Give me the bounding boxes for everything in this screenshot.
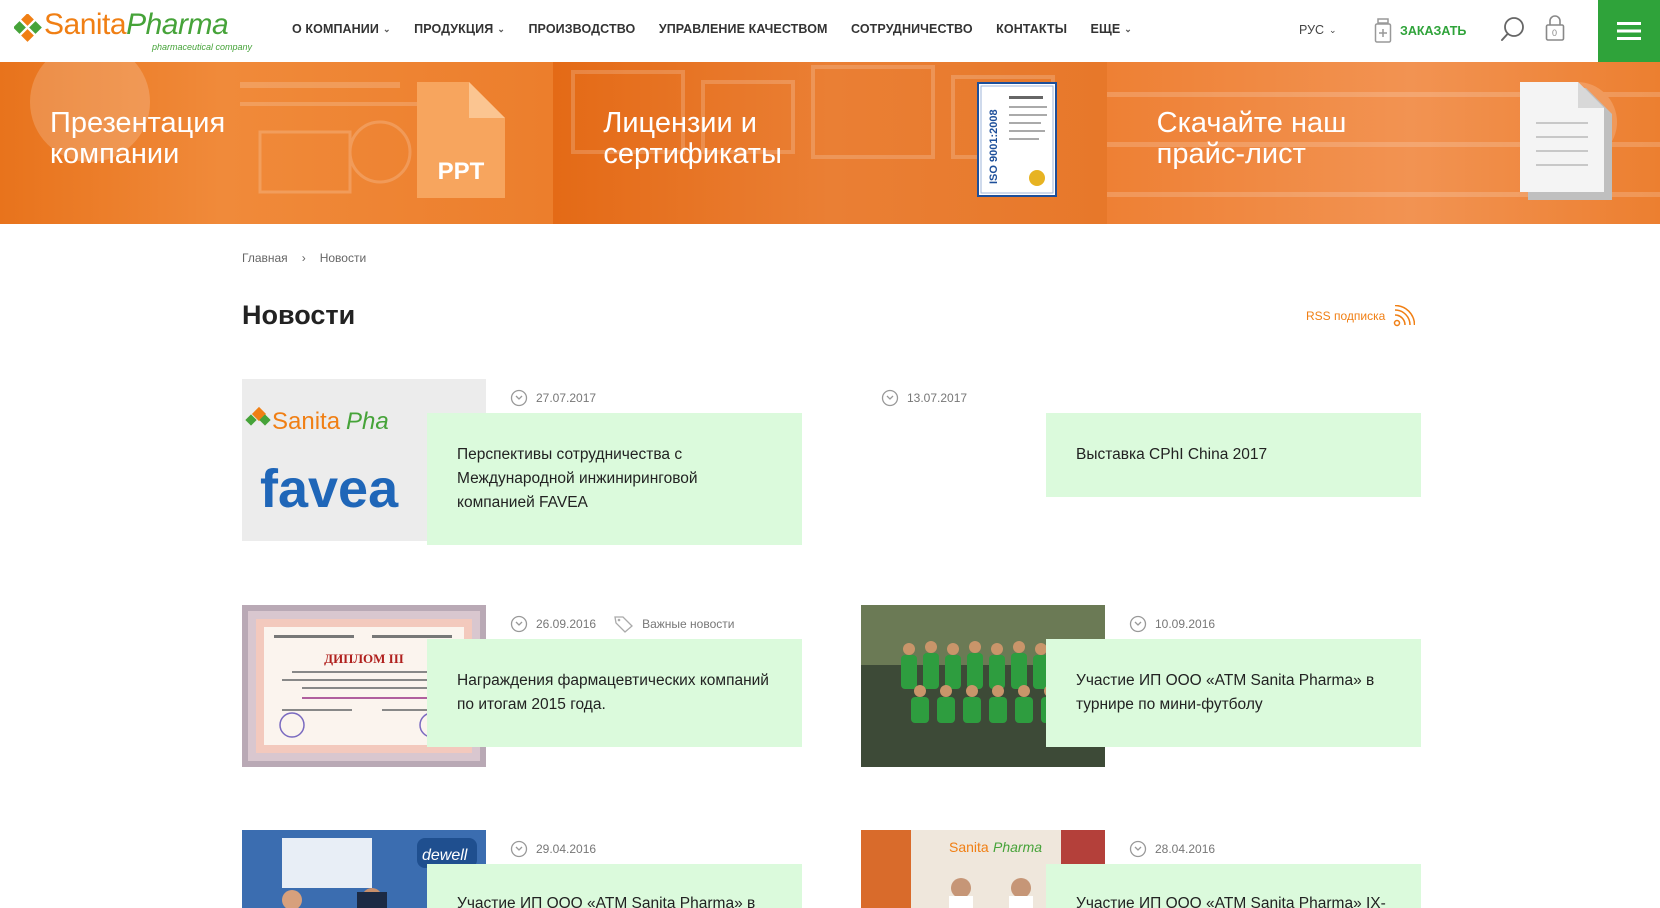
site-header: SanitaPharma pharmaceutical company О КО… [0,0,1660,62]
logo[interactable]: SanitaPharma pharmaceutical company [14,8,254,52]
order-button[interactable]: ЗАКАЗАТЬ [1374,18,1466,44]
svg-text:dewell: dewell [422,847,468,864]
logo-text: SanitaPharma [44,8,229,41]
news-title: Награждения фармацевтических компаний по… [457,672,769,713]
news-title-box[interactable]: Участие ИП ООО «ATM Sanita Pharma» в тур… [1046,639,1421,747]
news-meta: 13.07.2017 [881,389,967,407]
news-title-box[interactable]: Участие ИП ООО «ATM Sanita Pharma» IX- [1046,864,1421,908]
news-title: Участие ИП ООО «ATM Sanita Pharma» в тур… [1076,672,1375,713]
news-item[interactable]: 10.09.2016 Участие ИП ООО «ATM Sanita Ph… [861,605,1457,767]
hamburger-menu-button[interactable] [1598,0,1660,62]
news-date: 28.04.2016 [1155,842,1216,856]
banner-title: Презентация компании [50,107,226,170]
search-icon[interactable] [1500,16,1526,44]
breadcrumb: Главная › Новости [242,251,366,265]
news-meta: 27.07.2017 [510,389,596,407]
clock-icon [1129,615,1147,633]
chevron-down-icon: ⌄ [1329,24,1337,35]
medicine-bottle-icon [1374,18,1392,43]
nav-item-about[interactable]: О КОМПАНИИ ⌄ [292,22,391,36]
clock-icon [881,389,899,407]
news-date: 27.07.2017 [536,391,597,405]
chevron-down-icon: ⌄ [1124,23,1132,34]
news-item[interactable]: dewell 29.04.2016 Участие ИП ООО «ATM Sa… [242,830,838,908]
svg-text:Pharma: Pharma [993,839,1042,855]
news-item[interactable]: Sanita Pha favea 27.07.2017 Перспективы … [242,379,838,545]
news-date: 26.09.2016 [536,617,597,631]
news-title-box[interactable]: Перспективы сотрудничества с Международн… [427,413,802,545]
news-item[interactable]: ДИПЛОМ III 26.09.2016 Важные новости Наг… [242,605,838,767]
clock-icon [1129,840,1147,858]
ppt-file-icon: PPT [417,82,505,198]
news-title-box[interactable]: Награждения фармацевтических компаний по… [427,639,802,747]
nav-item-production[interactable]: ПРОИЗВОДСТВО [528,22,635,36]
logo-subtitle: pharmaceutical company [152,42,253,52]
svg-text:Sanita: Sanita [949,839,989,855]
news-meta: 29.04.2016 [510,840,596,858]
svg-text:Sanita: Sanita [272,408,341,435]
clock-icon [510,389,528,407]
nav-item-quality[interactable]: УПРАВЛЕНИЕ КАЧЕСТВОМ [659,22,828,36]
news-date: 10.09.2016 [1155,617,1216,631]
banner-presentation[interactable]: Презентация компании PPT [0,62,554,224]
news-date: 29.04.2016 [536,842,597,856]
news-title: Участие ИП ООО «ATM Sanita Pharma» IX- [1076,895,1386,908]
nav-item-cooperation[interactable]: СОТРУДНИЧЕСТВО [851,22,973,36]
promo-banner: Презентация компании PPT Лицензии и серт… [0,62,1660,224]
chevron-down-icon: ⌄ [497,23,505,34]
news-title: Выставка CPhI China 2017 [1076,446,1268,463]
hamburger-icon [1617,22,1641,40]
news-title-box[interactable]: Выставка CPhI China 2017 [1046,413,1421,497]
certificate-icon: ISO 9001:2008 [977,82,1057,197]
rss-icon [1394,305,1416,327]
page-title: Новости [242,300,356,330]
chevron-down-icon: ⌄ [382,23,391,34]
news-meta: 26.09.2016 Важные новости [510,615,734,633]
news-date: 13.07.2017 [907,391,968,405]
breadcrumb-current: Новости [319,251,367,265]
news-title: Участие ИП ООО «ATM Sanita Pharma» в [457,895,756,908]
breadcrumb-separator: › [301,251,306,265]
news-item[interactable]: Sanita Pharma 28.04.2016 Участие ИП ООО … [861,830,1457,908]
news-title-box[interactable]: Участие ИП ООО «ATM Sanita Pharma» в [427,864,802,908]
news-meta: 10.09.2016 [1129,615,1215,633]
nav-item-contacts[interactable]: КОНТАКТЫ [996,22,1067,36]
nav-item-more[interactable]: ЕЩЕ ⌄ [1091,22,1132,36]
clock-icon [510,615,528,633]
logo-diamond-icon [14,14,42,42]
tag-icon [614,616,634,633]
document-icon [1520,82,1612,200]
nav-item-products[interactable]: ПРОДУКЦИЯ ⌄ [414,22,505,36]
clock-icon [510,840,528,858]
main-nav: О КОМПАНИИ ⌄ ПРОДУКЦИЯ ⌄ ПРОИЗВОДСТВО УПРА… [292,22,1155,36]
svg-text:ДИПЛОМ III: ДИПЛОМ III [324,651,404,666]
language-switcher[interactable]: РУС ⌄ [1299,23,1337,37]
news-item[interactable]: 13.07.2017 Выставка CPhI China 2017 [861,379,1457,497]
banner-title: Лицензии и сертификаты [603,107,782,170]
svg-text:favea: favea [260,459,399,519]
news-title: Перспективы сотрудничества с Международн… [457,446,698,511]
banner-title: Скачайте наш прайс-лист [1156,107,1347,170]
breadcrumb-home-link[interactable]: Главная [242,251,288,265]
cart-count: 0 [1552,28,1558,38]
rss-subscribe-link[interactable]: RSS подписка [1306,305,1416,327]
news-category[interactable]: Важные новости [642,617,734,631]
order-label: ЗАКАЗАТЬ [1400,24,1467,38]
svg-text:Pha: Pha [346,408,389,435]
svg-text:PPT: PPT [438,158,485,185]
svg-text:ISO 9001:2008: ISO 9001:2008 [988,109,1000,184]
cart-lock-icon[interactable]: 0 [1545,14,1565,47]
news-meta: 28.04.2016 [1129,840,1215,858]
